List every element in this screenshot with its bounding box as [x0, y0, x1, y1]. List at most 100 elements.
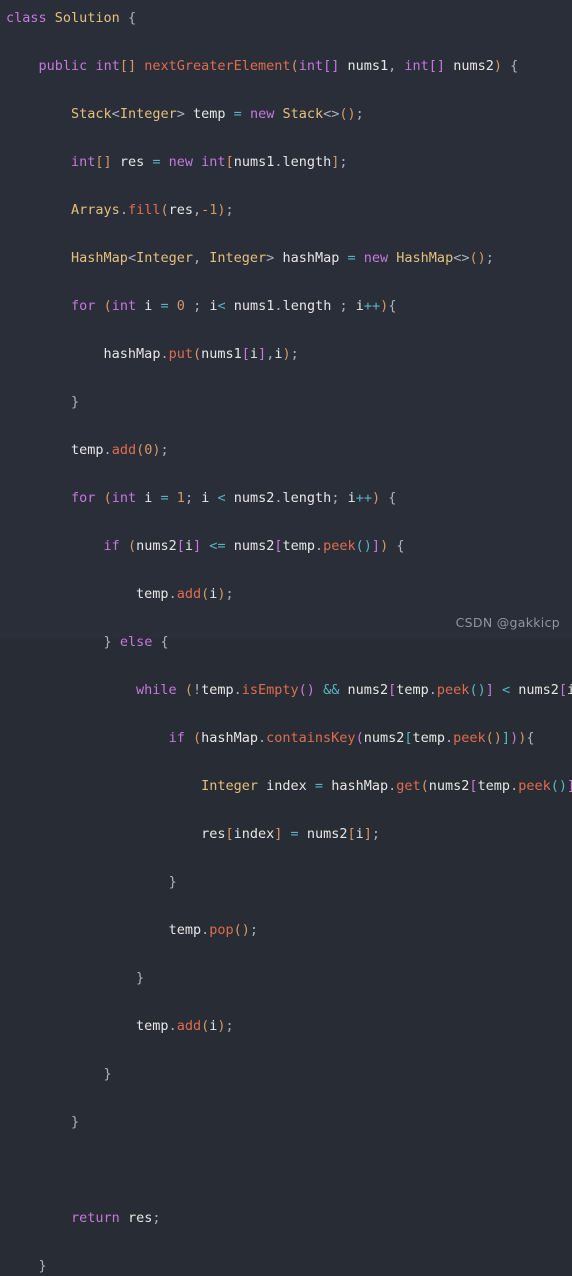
code-token-keyword: for	[71, 490, 96, 506]
code-token-func: get	[396, 778, 421, 794]
code-token-bracket2: ]	[485, 682, 494, 698]
code-token-punct: {	[160, 634, 169, 650]
code-token-type: Integer	[119, 106, 177, 122]
code-token-var: hashMap	[201, 730, 259, 746]
code-token-punct: }	[38, 1258, 47, 1274]
code-token-punct: {	[526, 730, 535, 746]
code-token-bracket2: [	[388, 682, 397, 698]
code-token-punct: <	[111, 106, 120, 122]
code-token-punct: .	[119, 202, 128, 218]
code-token-bracket1: ()	[469, 250, 486, 266]
code-token-bracket1: (	[127, 538, 137, 554]
code-token-keyword: int	[111, 298, 137, 314]
code-token-number: 0	[176, 298, 185, 314]
code-token-punct: ;	[371, 826, 381, 842]
code-token-var: nums2	[136, 538, 177, 554]
code-token-operator: =	[160, 490, 169, 506]
code-line: temp.add(i);	[6, 1014, 572, 1038]
code-token-var: temp	[396, 682, 429, 698]
code-token-bracket2: [	[469, 778, 478, 794]
code-token-bracket2: []	[428, 58, 446, 74]
code-token-punct: ;	[184, 490, 202, 506]
code-token-type: Stack	[71, 106, 112, 122]
code-token-var: length	[282, 490, 332, 506]
code-token-var: nums2	[453, 58, 494, 74]
code-line: }	[6, 1110, 572, 1134]
code-token-operator: =	[233, 106, 242, 122]
code-token-var: temp	[412, 730, 445, 746]
code-token-func: containsKey	[266, 730, 356, 746]
code-line: hashMap.put(nums1[i],i);	[6, 342, 572, 366]
code-token-bracket3: [	[404, 730, 413, 746]
source-code-block[interactable]: class Solution { public int[] nextGreate…	[6, 6, 572, 1276]
code-token-punct: .	[233, 682, 242, 698]
code-token-bracket1: (	[184, 682, 193, 698]
code-token-var: i	[184, 538, 194, 554]
code-token-var: temp	[193, 106, 226, 122]
code-token-punct: ;	[339, 298, 348, 314]
code-token-keyword: else	[119, 634, 153, 650]
code-token-bracket2: [	[176, 538, 185, 554]
code-token-bracket2: ]	[371, 538, 381, 554]
code-token-keyword: return	[71, 1210, 120, 1226]
code-token-bracket1: )	[152, 442, 161, 458]
code-token-punct: .	[201, 922, 210, 938]
code-token-operator: =	[160, 298, 169, 314]
code-token-var: index	[266, 778, 307, 794]
code-token-keyword: int	[71, 154, 96, 170]
code-token-bracket1: ()	[339, 106, 356, 122]
code-editor-pane[interactable]: class Solution { public int[] nextGreate…	[0, 0, 572, 1274]
code-token-var: length	[282, 154, 332, 170]
code-token-punct: >	[176, 106, 185, 122]
code-token-keyword: new	[363, 250, 389, 266]
code-token-operator: ++	[355, 490, 372, 506]
code-token-punct: .	[315, 538, 324, 554]
code-token-bracket2: (	[355, 730, 364, 746]
code-line: if (nums2[i] <= nums2[temp.peek()]) {	[6, 534, 572, 558]
code-token-operator: <	[501, 682, 511, 698]
code-token-bracket2: [	[241, 346, 250, 362]
code-token-punct: }	[71, 1114, 80, 1130]
code-token-punct: ;	[249, 922, 259, 938]
code-token-bracket1: (	[290, 58, 299, 74]
code-token-var: hashMap	[331, 778, 389, 794]
code-token-operator: =	[290, 826, 299, 842]
code-line: return res;	[6, 1206, 572, 1230]
code-token-bracket1: )	[241, 922, 250, 938]
code-token-operator: ++	[363, 298, 381, 314]
code-token-bracket2: ]	[567, 778, 572, 794]
code-token-punct: ;	[193, 298, 202, 314]
code-token-bracket1: (	[192, 730, 202, 746]
code-token-bracket1: )	[518, 730, 527, 746]
code-line: temp.add(0);	[6, 438, 572, 462]
code-line: Arrays.fill(res,-1);	[6, 198, 572, 222]
code-token-keyword: public	[38, 58, 88, 74]
code-token-var: nums2	[233, 490, 275, 506]
code-token-var: i	[355, 826, 364, 842]
code-token-var: res	[119, 154, 145, 170]
code-token-bracket1: (	[192, 346, 202, 362]
